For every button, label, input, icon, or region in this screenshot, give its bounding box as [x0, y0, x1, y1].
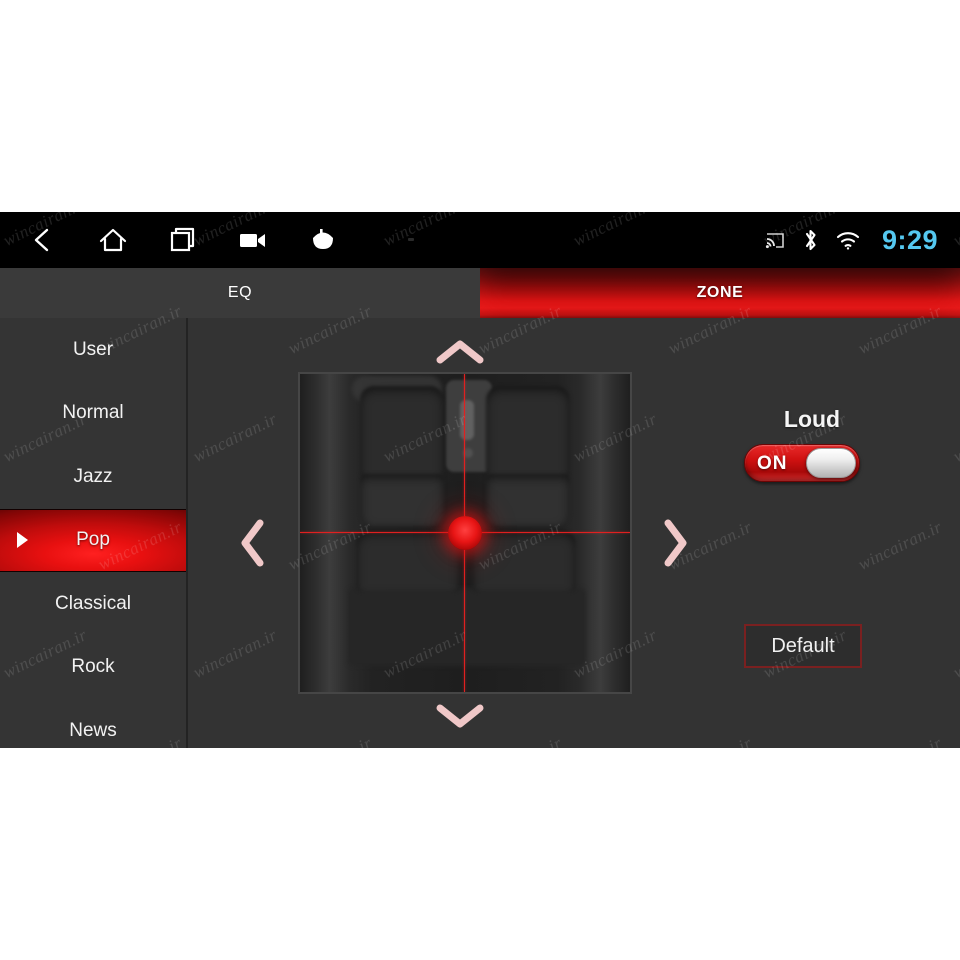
- eq-preset-label: Normal: [62, 402, 124, 424]
- eq-preset-label: News: [69, 719, 117, 741]
- seat-front-left-back: [360, 386, 444, 478]
- bluetooth-icon[interactable]: [801, 228, 820, 252]
- chevron-down-icon[interactable]: [433, 698, 487, 732]
- rear-parcel-shelf-shape: [348, 588, 586, 666]
- back-arrow-icon[interactable]: [26, 223, 60, 257]
- eq-preset-user[interactable]: User: [0, 318, 186, 382]
- eq-preset-label: User: [72, 338, 114, 360]
- seat-rear-right-back: [472, 530, 576, 592]
- loudness-label: Loud: [783, 406, 841, 432]
- car-interior-image: [300, 374, 630, 692]
- chevron-up-icon[interactable]: [433, 336, 487, 370]
- content-area: User Normal Jazz Pop Classical Rock News…: [0, 318, 960, 748]
- eq-preset-classical[interactable]: Classical: [0, 572, 186, 636]
- balance-fader-handle[interactable]: [448, 516, 482, 550]
- seat-front-right-back: [486, 386, 570, 478]
- home-icon[interactable]: [96, 223, 130, 257]
- tab-bar: EQ ZONE: [0, 268, 960, 319]
- wifi-icon[interactable]: [836, 231, 860, 250]
- status-faint-marker: [408, 238, 414, 241]
- toggle-knob[interactable]: [806, 448, 856, 478]
- screenshot-canvas: 9:29 EQ ZONE User Normal Jazz Pop Classi…: [0, 0, 960, 960]
- tab-zone[interactable]: ZONE: [480, 268, 960, 318]
- system-nav-icons: [26, 212, 340, 268]
- seat-rear-left-back: [356, 530, 460, 592]
- head-unit-screen: 9:29 EQ ZONE User Normal Jazz Pop Classi…: [0, 212, 960, 748]
- seat-front-right-cushion: [486, 474, 570, 526]
- eq-preset-label: Rock: [71, 656, 115, 678]
- play-triangle-icon: [17, 532, 28, 549]
- eq-preset-list: User Normal Jazz Pop Classical Rock News: [0, 318, 188, 748]
- eq-preset-news[interactable]: News: [0, 699, 186, 748]
- eq-preset-label: Jazz: [73, 465, 113, 487]
- apps-icon[interactable]: [306, 223, 340, 257]
- eq-preset-pop[interactable]: Pop: [0, 508, 186, 572]
- camera-icon[interactable]: [236, 223, 270, 257]
- eq-preset-jazz[interactable]: Jazz: [0, 445, 186, 509]
- loudness-toggle[interactable]: ON: [744, 444, 860, 482]
- status-bar: 9:29: [0, 212, 960, 268]
- chevron-left-icon[interactable]: [236, 516, 270, 570]
- zone-panel: Loud ON Default: [188, 318, 960, 748]
- chevron-right-icon[interactable]: [658, 516, 692, 570]
- status-indicators: 9:29: [765, 212, 938, 268]
- cast-icon[interactable]: [765, 232, 785, 249]
- default-button[interactable]: Default: [744, 624, 862, 668]
- car-interior-diagram[interactable]: [298, 372, 632, 694]
- eq-preset-normal[interactable]: Normal: [0, 382, 186, 446]
- status-clock: 9:29: [881, 224, 938, 255]
- seat-front-left-cushion: [360, 474, 444, 526]
- eq-preset-label: Pop: [76, 529, 110, 551]
- eq-preset-label: Classical: [54, 592, 132, 614]
- loudness-state-text: ON: [757, 453, 788, 474]
- recents-icon[interactable]: [166, 223, 200, 257]
- eq-preset-rock[interactable]: Rock: [0, 636, 186, 700]
- tab-eq[interactable]: EQ: [0, 268, 480, 319]
